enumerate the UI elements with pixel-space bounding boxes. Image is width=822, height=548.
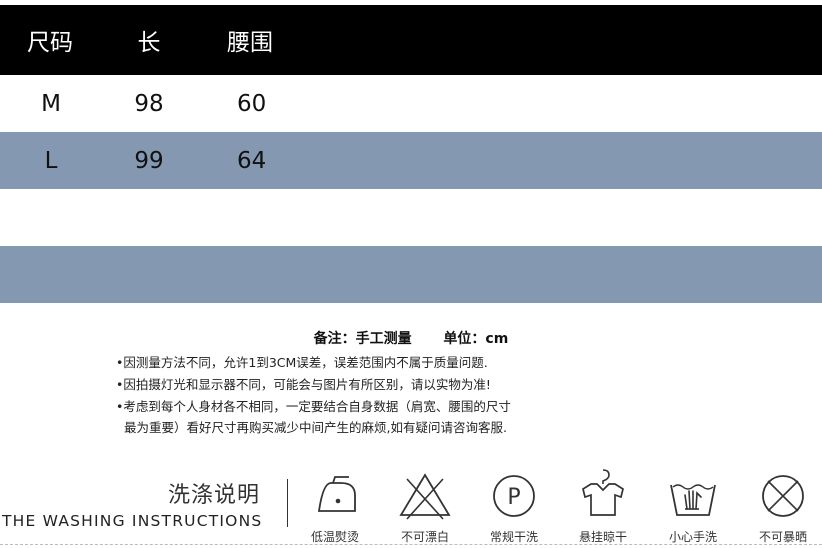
bottom-divider (0, 544, 822, 545)
header-waist: 腰围 (227, 30, 273, 56)
waist-value: 64 (237, 147, 267, 174)
note-line: •考虑到每个人身材各不相同，一定要结合自身数据（肩宽、腰围的尺寸 (116, 399, 511, 414)
notes-method: 备注：手工测量 (313, 331, 412, 347)
table-row: L 99 64 (0, 132, 822, 189)
size-value: M (41, 90, 61, 117)
divider (287, 479, 288, 527)
table-row: M 98 60 (0, 75, 822, 132)
care-label: 低温熨烫 (310, 530, 359, 544)
svg-text:P: P (507, 485, 520, 510)
note-line: •因拍摄灯光和显示器不同，可能会与图片有所区别，请以实物为准! (116, 377, 491, 392)
waist-value: 60 (237, 90, 267, 117)
size-value: L (44, 147, 58, 174)
care-label: 常规干洗 (489, 530, 538, 544)
length-value: 99 (134, 147, 164, 174)
washing-instructions: 洗涤说明 THE WASHING INSTRUCTIONS 低温熨烫 不可漂白 … (0, 455, 822, 548)
length-value: 98 (134, 90, 164, 117)
size-table-header: 尺码 长 腰围 (0, 5, 822, 75)
iron-icon (317, 476, 356, 512)
notes-title: 备注：手工测量 单位：cm (0, 328, 822, 348)
washing-title-cn: 洗涤说明 (168, 483, 261, 508)
note-line: •因测量方法不同，允许1到3CM误差，误差范围内不属于质量问题. (116, 355, 488, 370)
hang-dry-icon (582, 469, 624, 516)
care-label: 不可漂白 (400, 530, 449, 544)
empty-row (0, 189, 822, 246)
header-size: 尺码 (27, 30, 73, 56)
care-item-no-bleach: 不可漂白 (385, 465, 465, 545)
hand-wash-icon (670, 484, 716, 516)
no-bleach-icon (399, 473, 451, 520)
care-label: 小心手洗 (668, 530, 717, 544)
care-item-dry-clean: P 常规干洗 (474, 465, 554, 545)
care-label: 不可暴晒 (758, 530, 807, 544)
care-item-hand-wash: 小心手洗 (653, 465, 733, 545)
care-label: 悬挂晾干 (578, 530, 627, 544)
notes-unit: 单位：cm (443, 331, 509, 347)
no-sun-dry-icon (762, 475, 804, 517)
header-length: 长 (137, 30, 161, 56)
washing-title-en: THE WASHING INSTRUCTIONS (2, 512, 263, 530)
care-item-hang-dry: 悬挂晾干 (563, 465, 643, 545)
note-line: 最为重要）看好尺寸再购买减少中间产生的麻烦,如有疑问请咨询客服. (124, 420, 507, 435)
empty-row (0, 246, 822, 303)
care-item-iron: 低温熨烫 (295, 465, 375, 545)
dry-clean-p-icon: P (493, 475, 535, 517)
care-item-no-sun-dry: 不可暴晒 (743, 465, 822, 545)
